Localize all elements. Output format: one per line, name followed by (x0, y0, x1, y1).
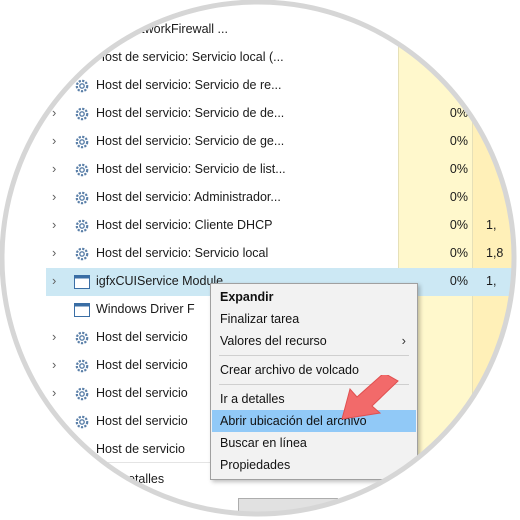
expand-chevron-icon[interactable]: › (52, 386, 64, 399)
process-name: igfxCUIService Module (96, 274, 224, 288)
expand-chevron-icon[interactable]: › (52, 190, 64, 203)
menu-item-label: Finalizar tarea (220, 312, 300, 326)
menu-item-end-task[interactable]: Finalizar tarea (212, 308, 416, 330)
process-row[interactable]: › Host del servicio: Servicio de de... 0% (46, 100, 520, 128)
task-manager-screenshot: ceNoNetworkFirewall ... › Host de servicio… (0, 0, 520, 520)
process-row[interactable]: › Host del servicio: Servicio de list... 0… (46, 156, 520, 184)
process-row[interactable]: › Host de servicio: Servicio local (... (46, 44, 520, 72)
app-window-icon (74, 303, 90, 317)
submenu-arrow-icon: › (401, 333, 406, 348)
expand-chevron-icon[interactable]: › (52, 358, 64, 371)
process-row[interactable]: › Host del servicio: Servicio de re... (46, 72, 520, 100)
process-name: Windows Driver F (96, 302, 195, 316)
process-name: Host del servicio: Servicio de re... (96, 78, 282, 92)
gear-icon (74, 442, 90, 458)
process-name: Host del servicio: Servicio de ge... (96, 134, 285, 148)
cpu-value: 0% (449, 134, 468, 148)
menu-item-label: Propiedades (220, 458, 291, 472)
gear-icon (74, 134, 90, 150)
expand-chevron-icon[interactable]: › (52, 162, 64, 175)
gear-icon (74, 246, 90, 262)
gear-icon (74, 358, 90, 374)
menu-item-resource-values[interactable]: Valores del recurso › (212, 330, 416, 352)
gear-icon (74, 218, 90, 234)
memory-value: 1, (486, 274, 497, 288)
menu-item-label: Ir a detalles (220, 392, 285, 406)
app-window-icon (74, 275, 90, 289)
process-name: Host de servicio (96, 442, 185, 456)
cpu-value: 0% (449, 190, 468, 204)
gear-icon (74, 190, 90, 206)
cpu-value: 0% (449, 218, 468, 232)
gear-icon (74, 330, 90, 346)
fewer-details-link[interactable]: etalles (128, 472, 164, 486)
gear-icon (74, 386, 90, 402)
expand-chevron-icon[interactable]: › (52, 50, 64, 63)
gear-icon (74, 50, 90, 66)
expand-chevron-icon[interactable]: › (52, 134, 64, 147)
process-row[interactable]: › Host del servicio: Cliente DHCP 0% 1, (46, 212, 520, 240)
expand-chevron-icon[interactable]: › (52, 414, 64, 427)
process-name: Host del servicio (96, 330, 188, 344)
process-row[interactable]: › Host del servicio: Servicio de ge... 0% (46, 128, 520, 156)
cpu-value: 0% (449, 246, 468, 260)
menu-item-label: Expandir (220, 290, 274, 304)
expand-chevron-icon[interactable]: › (52, 330, 64, 343)
menu-item-properties[interactable]: Propiedades (212, 454, 416, 476)
process-row[interactable]: › Host del servicio: Servicio local 0% 1,8 (46, 240, 520, 268)
expand-chevron-icon[interactable]: › (52, 274, 64, 287)
cpu-value: 0% (449, 162, 468, 176)
menu-item-label: Buscar en línea (220, 436, 307, 450)
gear-icon (74, 22, 90, 38)
process-name: Host del servicio (96, 414, 188, 428)
process-name: Host del servicio (96, 386, 188, 400)
gear-icon (74, 162, 90, 178)
process-name: Host del servicio: Servicio de list... (96, 162, 286, 176)
process-name: Host del servicio: Servicio local (96, 246, 269, 260)
expand-chevron-icon[interactable]: › (52, 218, 64, 231)
end-task-button[interactable] (238, 498, 338, 520)
process-row[interactable]: › Host del servicio: Administrador... 0% (46, 184, 520, 212)
cpu-value: 0% (449, 106, 468, 120)
expand-chevron-icon[interactable]: › (52, 78, 64, 91)
process-name: Host del servicio: Servicio de de... (96, 106, 285, 120)
menu-item-search-online[interactable]: Buscar en línea (212, 432, 416, 454)
menu-separator (219, 355, 409, 356)
memory-value: 1, (486, 218, 497, 232)
process-name: ceNoNetworkFirewall ... (96, 22, 228, 36)
memory-value: 1,8 (486, 246, 504, 260)
menu-item-label: Valores del recurso (220, 334, 327, 348)
menu-item-expand[interactable]: Expandir (212, 286, 416, 308)
process-row[interactable]: ceNoNetworkFirewall ... (46, 16, 520, 44)
expand-chevron-icon[interactable]: › (52, 246, 64, 259)
process-name: Host del servicio: Administrador... (96, 190, 281, 204)
process-name: Host de servicio: Servicio local (... (96, 50, 284, 64)
process-name: Host del servicio (96, 358, 188, 372)
gear-icon (74, 78, 90, 94)
expand-chevron-icon[interactable]: › (52, 442, 64, 455)
gear-icon (74, 414, 90, 430)
annotation-arrow-icon (341, 375, 399, 420)
gear-icon (74, 106, 90, 122)
process-name: Host del servicio: Cliente DHCP (96, 218, 273, 232)
expand-chevron-icon[interactable]: › (52, 106, 64, 119)
